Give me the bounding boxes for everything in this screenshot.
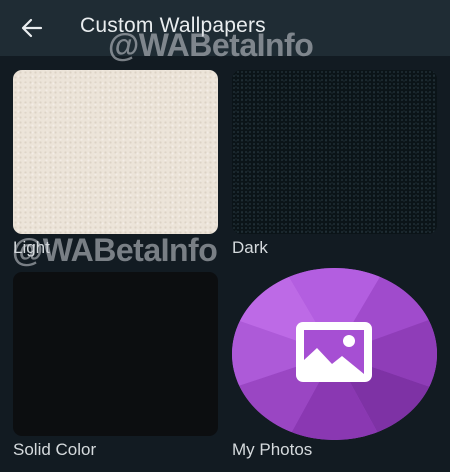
dark-wallpaper-preview[interactable] [232, 70, 437, 234]
tile-label-light: Light [13, 238, 50, 257]
back-button[interactable] [14, 10, 50, 46]
tile-label-dark: Dark [232, 238, 268, 257]
arrow-back-icon [21, 18, 43, 38]
image-icon [296, 322, 372, 382]
tile-label-solid-color: Solid Color [13, 440, 97, 459]
app-bar: Custom Wallpapers [0, 0, 450, 56]
tile-label-my-photos: My Photos [232, 440, 313, 459]
solid-color-preview[interactable] [13, 272, 218, 436]
light-wallpaper-preview[interactable] [13, 70, 218, 234]
my-photos-preview[interactable] [232, 268, 437, 440]
page-title: Custom Wallpapers [80, 14, 266, 37]
